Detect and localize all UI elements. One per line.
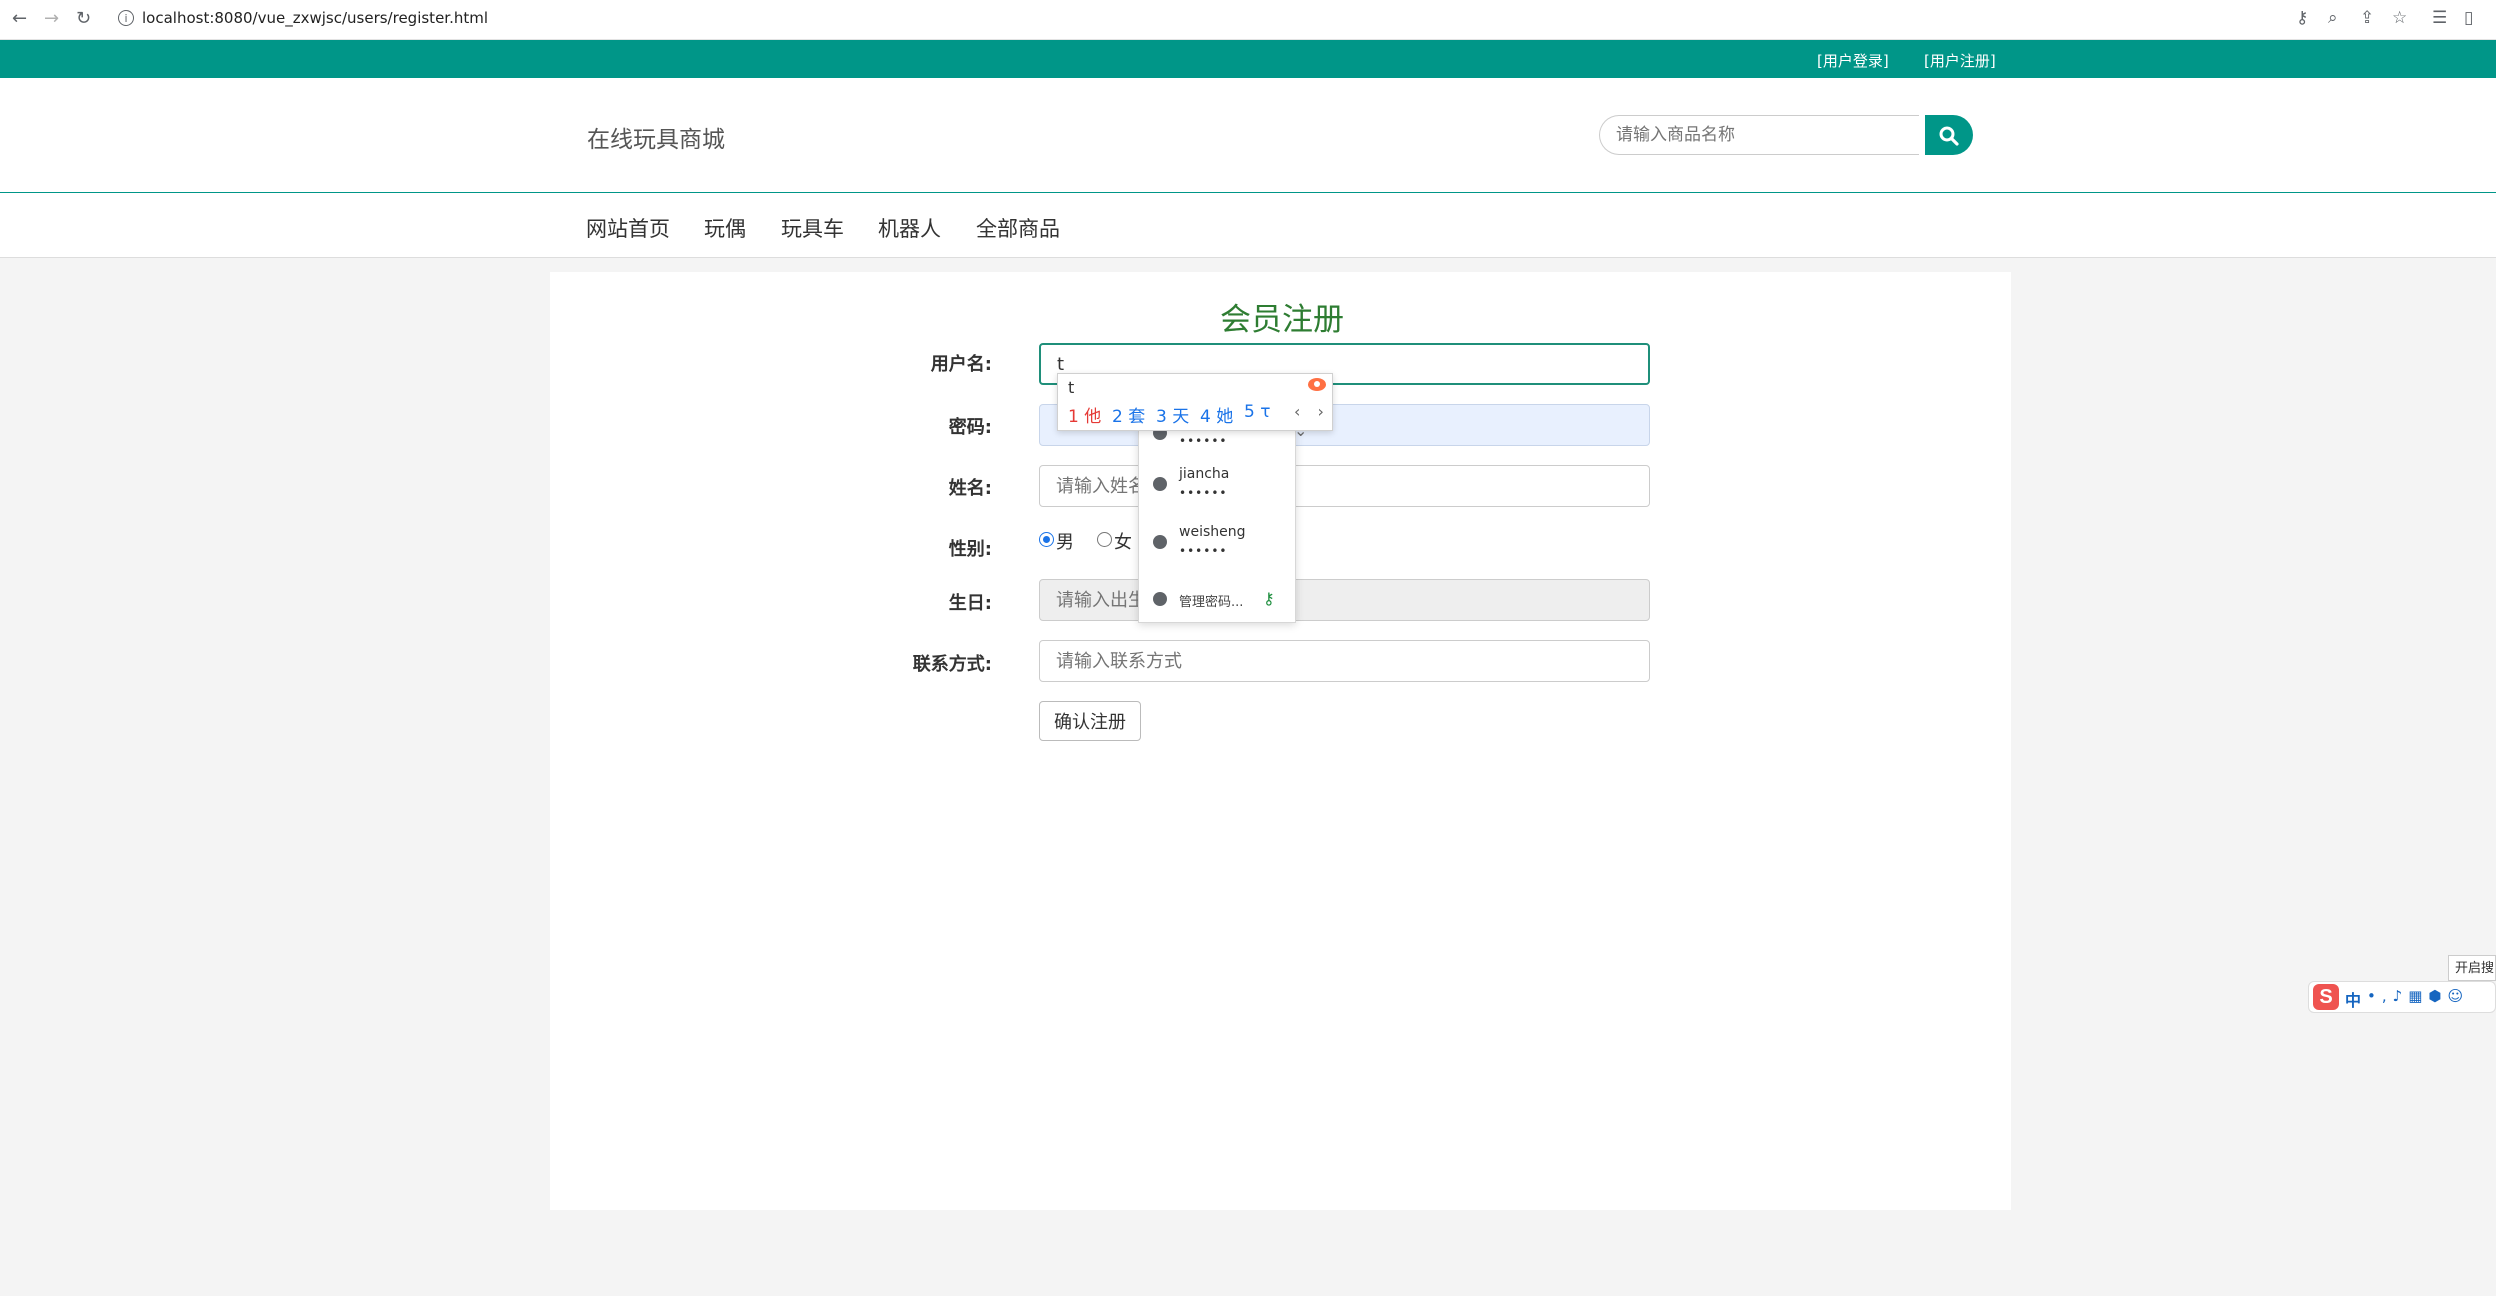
saved-account-user[interactable]: jiancha	[1179, 466, 1229, 482]
name-input[interactable]	[1039, 465, 1650, 507]
submit-register-button[interactable]: 确认注册	[1039, 701, 1141, 741]
gender-female-label[interactable]: 女	[1114, 528, 1132, 554]
contact-label: 联系方式:	[912, 654, 992, 675]
search-button[interactable]	[1925, 115, 1973, 155]
ime-candidate-window: t 1 他 2 套 3 天 4 她 5 τ ‹ › ⌄	[1057, 373, 1333, 440]
side-panel-icon[interactable]: ▯	[2464, 8, 2473, 28]
page-title: 会员注册	[1220, 302, 1344, 338]
birthday-label: 生日:	[948, 593, 992, 614]
search-input[interactable]	[1599, 115, 1919, 155]
browser-toolbar: ← → ↻ i localhost:8080/vue_zxwjsc/users/…	[0, 0, 2496, 40]
nav-item-home[interactable]: 网站首页	[586, 213, 670, 243]
password-label: 密码:	[948, 417, 992, 438]
site-header: 在线玩具商城	[0, 78, 2496, 194]
chrome-icon	[1153, 592, 1167, 606]
address-bar[interactable]: localhost:8080/vue_zxwjsc/users/register…	[142, 9, 488, 27]
saved-account-user[interactable]: weisheng	[1179, 524, 1246, 540]
gender-male-radio[interactable]	[1039, 532, 1054, 547]
category-nav: 网站首页 玩偶 玩具车 机器人 全部商品	[0, 193, 2496, 258]
ime-candidate[interactable]: 3 天	[1156, 402, 1189, 427]
ime-page-arrows[interactable]: ‹ › ⌄	[1294, 402, 1332, 440]
register-link[interactable]: [用户注册]	[1924, 50, 1996, 71]
sogou-logo-icon[interactable]: S	[2313, 984, 2339, 1010]
bookmark-star-icon[interactable]: ☆	[2392, 8, 2407, 28]
sogou-tooltip: 开启搜	[2448, 955, 2496, 981]
gender-male-label[interactable]: 男	[1056, 528, 1074, 554]
nav-item-robots[interactable]: 机器人	[878, 213, 941, 243]
globe-icon	[1153, 535, 1167, 549]
nav-item-dolls[interactable]: 玩偶	[704, 213, 746, 243]
ime-composition: t	[1068, 378, 1075, 397]
forward-icon[interactable]: →	[44, 8, 59, 29]
search-icon	[1939, 126, 1959, 146]
key-icon: ⚷	[1263, 589, 1275, 608]
ime-candidate[interactable]: 1 他	[1068, 402, 1101, 427]
reading-list-icon[interactable]: ☰	[2432, 8, 2447, 28]
manage-passwords-link[interactable]: 管理密码...	[1179, 591, 1243, 610]
site-info-icon[interactable]: i	[118, 10, 134, 26]
gender-label: 性别:	[948, 539, 992, 560]
contact-input[interactable]	[1039, 640, 1650, 682]
ime-language-toggle[interactable]: 中	[2345, 987, 2361, 1011]
password-key-icon[interactable]: ⚷	[2296, 8, 2308, 28]
back-icon[interactable]: ←	[12, 8, 27, 29]
saved-password-dots[interactable]: ••••••	[1179, 434, 1227, 448]
name-label: 姓名:	[948, 478, 992, 499]
birthday-input[interactable]	[1039, 579, 1650, 621]
ime-skin-icon[interactable]	[1308, 378, 1326, 391]
reload-icon[interactable]: ↻	[76, 8, 91, 29]
top-bar: [用户登录] [用户注册]	[0, 40, 2496, 78]
ime-candidate[interactable]: 4 她	[1200, 402, 1233, 427]
saved-password-dots: ••••••	[1179, 486, 1228, 500]
saved-password-dots: ••••••	[1179, 544, 1228, 558]
ime-tool-icons[interactable]: •,♪▦⬢☺	[2367, 987, 2469, 1005]
sogou-ime-toolbar[interactable]: S 中 •,♪▦⬢☺	[2308, 981, 2496, 1013]
gender-female-radio[interactable]	[1097, 532, 1112, 547]
globe-icon	[1153, 477, 1167, 491]
username-label: 用户名:	[930, 354, 992, 375]
share-icon[interactable]: ⇪	[2360, 8, 2374, 28]
password-autofill-dropdown: •••••• jiancha •••••• weisheng •••••• 管理…	[1138, 426, 1296, 623]
site-logo[interactable]: 在线玩具商城	[587, 120, 725, 154]
nav-item-all-products[interactable]: 全部商品	[976, 213, 1060, 243]
zoom-icon[interactable]: ⌕	[2328, 8, 2338, 28]
ime-candidate[interactable]: 5 τ	[1244, 402, 1270, 422]
login-link[interactable]: [用户登录]	[1817, 50, 1889, 71]
nav-item-toy-cars[interactable]: 玩具车	[781, 213, 844, 243]
ime-candidate[interactable]: 2 套	[1112, 402, 1145, 427]
